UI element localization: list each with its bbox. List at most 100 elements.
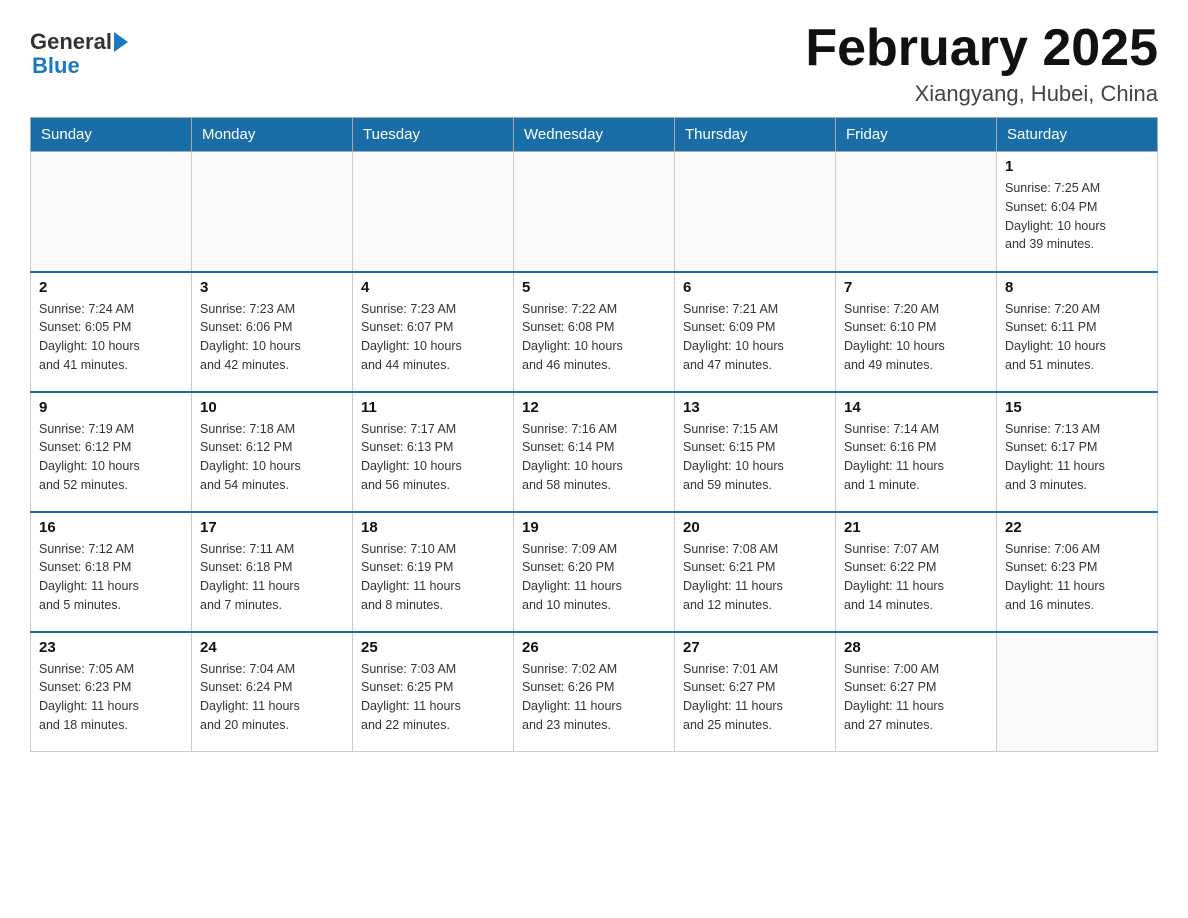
calendar-day-cell: 10Sunrise: 7:18 AMSunset: 6:12 PMDayligh… xyxy=(192,392,353,512)
logo-blue-text: Blue xyxy=(32,54,130,78)
day-info: Sunrise: 7:15 AMSunset: 6:15 PMDaylight:… xyxy=(683,420,827,495)
calendar-day-cell: 24Sunrise: 7:04 AMSunset: 6:24 PMDayligh… xyxy=(192,632,353,752)
day-info: Sunrise: 7:03 AMSunset: 6:25 PMDaylight:… xyxy=(361,660,505,735)
calendar-day-cell: 27 Sunrise: 7:01 AMSunset: 6:27 PMDayligh… xyxy=(675,632,836,752)
day-info: Sunrise: 7:25 AMSunset: 6:04 PMDaylight:… xyxy=(1005,179,1149,254)
day-number: 25 xyxy=(361,639,505,656)
calendar-day-cell: 11Sunrise: 7:17 AMSunset: 6:13 PMDayligh… xyxy=(353,392,514,512)
day-of-week-header: Friday xyxy=(836,118,997,152)
calendar-day-cell: 21 Sunrise: 7:07 AMSunset: 6:22 PMDayligh… xyxy=(836,512,997,632)
day-info: Sunrise: 7:06 AMSunset: 6:23 PMDaylight:… xyxy=(1005,540,1149,615)
day-info: Sunrise: 7:02 AMSunset: 6:26 PMDaylight:… xyxy=(522,660,666,735)
calendar-day-cell: 4Sunrise: 7:23 AMSunset: 6:07 PMDaylight… xyxy=(353,272,514,392)
calendar-week-row: 23 Sunrise: 7:05 AMSunset: 6:23 PMDayligh… xyxy=(31,632,1158,752)
calendar-day-cell xyxy=(192,152,353,272)
day-info: Sunrise: 7:07 AMSunset: 6:22 PMDaylight:… xyxy=(844,540,988,615)
day-info: Sunrise: 7:19 AMSunset: 6:12 PMDaylight:… xyxy=(39,420,183,495)
calendar-day-cell xyxy=(514,152,675,272)
calendar-day-cell xyxy=(31,152,192,272)
day-of-week-header: Tuesday xyxy=(353,118,514,152)
logo-arrow-icon xyxy=(114,32,128,52)
day-number: 19 xyxy=(522,519,666,536)
calendar-day-cell: 14 Sunrise: 7:14 AMSunset: 6:16 PMDayligh… xyxy=(836,392,997,512)
calendar-day-cell: 2 Sunrise: 7:24 AMSunset: 6:05 PMDaylight… xyxy=(31,272,192,392)
calendar-day-cell: 19 Sunrise: 7:09 AMSunset: 6:20 PMDayligh… xyxy=(514,512,675,632)
calendar-day-cell: 25 Sunrise: 7:03 AMSunset: 6:25 PMDayligh… xyxy=(353,632,514,752)
day-number: 5 xyxy=(522,279,666,296)
day-info: Sunrise: 7:24 AMSunset: 6:05 PMDaylight:… xyxy=(39,300,183,375)
calendar-location: Xiangyang, Hubei, China xyxy=(805,81,1158,107)
calendar-week-row: 16 Sunrise: 7:12 AMSunset: 6:18 PMDayligh… xyxy=(31,512,1158,632)
calendar-day-cell: 3 Sunrise: 7:23 AMSunset: 6:06 PMDaylight… xyxy=(192,272,353,392)
day-number: 12 xyxy=(522,399,666,416)
page-header: General Blue February 2025 Xiangyang, Hu… xyxy=(30,20,1158,107)
day-number: 28 xyxy=(844,639,988,656)
day-of-week-header: Thursday xyxy=(675,118,836,152)
calendar-day-cell: 28 Sunrise: 7:00 AMSunset: 6:27 PMDayligh… xyxy=(836,632,997,752)
day-number: 9 xyxy=(39,399,183,416)
day-info: Sunrise: 7:21 AMSunset: 6:09 PMDaylight:… xyxy=(683,300,827,375)
day-info: Sunrise: 7:12 AMSunset: 6:18 PMDaylight:… xyxy=(39,540,183,615)
day-number: 6 xyxy=(683,279,827,296)
calendar-day-cell: 23 Sunrise: 7:05 AMSunset: 6:23 PMDayligh… xyxy=(31,632,192,752)
day-number: 3 xyxy=(200,279,344,296)
day-number: 7 xyxy=(844,279,988,296)
day-info: Sunrise: 7:10 AMSunset: 6:19 PMDaylight:… xyxy=(361,540,505,615)
day-of-week-header: Wednesday xyxy=(514,118,675,152)
calendar-day-cell: 6 Sunrise: 7:21 AMSunset: 6:09 PMDaylight… xyxy=(675,272,836,392)
day-number: 22 xyxy=(1005,519,1149,536)
calendar-week-row: 1 Sunrise: 7:25 AMSunset: 6:04 PMDaylight… xyxy=(31,152,1158,272)
calendar-day-cell: 26 Sunrise: 7:02 AMSunset: 6:26 PMDayligh… xyxy=(514,632,675,752)
calendar-day-cell: 17Sunrise: 7:11 AMSunset: 6:18 PMDayligh… xyxy=(192,512,353,632)
calendar-day-cell: 5 Sunrise: 7:22 AMSunset: 6:08 PMDaylight… xyxy=(514,272,675,392)
day-number: 8 xyxy=(1005,279,1149,296)
calendar-day-cell xyxy=(997,632,1158,752)
logo: General Blue xyxy=(30,30,130,78)
day-info: Sunrise: 7:09 AMSunset: 6:20 PMDaylight:… xyxy=(522,540,666,615)
day-info: Sunrise: 7:08 AMSunset: 6:21 PMDaylight:… xyxy=(683,540,827,615)
calendar-day-cell xyxy=(353,152,514,272)
calendar-title: February 2025 xyxy=(805,20,1158,77)
day-of-week-header: Monday xyxy=(192,118,353,152)
calendar-day-cell xyxy=(675,152,836,272)
day-info: Sunrise: 7:17 AMSunset: 6:13 PMDaylight:… xyxy=(361,420,505,495)
calendar-week-row: 2 Sunrise: 7:24 AMSunset: 6:05 PMDaylight… xyxy=(31,272,1158,392)
day-info: Sunrise: 7:04 AMSunset: 6:24 PMDaylight:… xyxy=(200,660,344,735)
day-of-week-header: Sunday xyxy=(31,118,192,152)
title-block: February 2025 Xiangyang, Hubei, China xyxy=(805,20,1158,107)
calendar-day-cell: 8 Sunrise: 7:20 AMSunset: 6:11 PMDaylight… xyxy=(997,272,1158,392)
calendar-header-row: SundayMondayTuesdayWednesdayThursdayFrid… xyxy=(31,118,1158,152)
calendar-day-cell: 16 Sunrise: 7:12 AMSunset: 6:18 PMDayligh… xyxy=(31,512,192,632)
day-number: 15 xyxy=(1005,399,1149,416)
calendar-day-cell: 9 Sunrise: 7:19 AMSunset: 6:12 PMDaylight… xyxy=(31,392,192,512)
day-info: Sunrise: 7:20 AMSunset: 6:10 PMDaylight:… xyxy=(844,300,988,375)
day-number: 18 xyxy=(361,519,505,536)
day-number: 1 xyxy=(1005,158,1149,175)
calendar-day-cell: 22 Sunrise: 7:06 AMSunset: 6:23 PMDayligh… xyxy=(997,512,1158,632)
day-number: 23 xyxy=(39,639,183,656)
day-info: Sunrise: 7:01 AMSunset: 6:27 PMDaylight:… xyxy=(683,660,827,735)
day-info: Sunrise: 7:23 AMSunset: 6:06 PMDaylight:… xyxy=(200,300,344,375)
calendar-day-cell xyxy=(836,152,997,272)
day-number: 27 xyxy=(683,639,827,656)
day-info: Sunrise: 7:11 AMSunset: 6:18 PMDaylight:… xyxy=(200,540,344,615)
day-info: Sunrise: 7:13 AMSunset: 6:17 PMDaylight:… xyxy=(1005,420,1149,495)
calendar-day-cell: 13Sunrise: 7:15 AMSunset: 6:15 PMDayligh… xyxy=(675,392,836,512)
day-info: Sunrise: 7:22 AMSunset: 6:08 PMDaylight:… xyxy=(522,300,666,375)
calendar-week-row: 9 Sunrise: 7:19 AMSunset: 6:12 PMDaylight… xyxy=(31,392,1158,512)
day-info: Sunrise: 7:00 AMSunset: 6:27 PMDaylight:… xyxy=(844,660,988,735)
day-number: 20 xyxy=(683,519,827,536)
day-info: Sunrise: 7:05 AMSunset: 6:23 PMDaylight:… xyxy=(39,660,183,735)
day-info: Sunrise: 7:20 AMSunset: 6:11 PMDaylight:… xyxy=(1005,300,1149,375)
day-info: Sunrise: 7:18 AMSunset: 6:12 PMDaylight:… xyxy=(200,420,344,495)
day-number: 21 xyxy=(844,519,988,536)
day-info: Sunrise: 7:14 AMSunset: 6:16 PMDaylight:… xyxy=(844,420,988,495)
calendar-day-cell: 1 Sunrise: 7:25 AMSunset: 6:04 PMDaylight… xyxy=(997,152,1158,272)
calendar-table: SundayMondayTuesdayWednesdayThursdayFrid… xyxy=(30,117,1158,752)
day-number: 16 xyxy=(39,519,183,536)
day-number: 26 xyxy=(522,639,666,656)
day-number: 2 xyxy=(39,279,183,296)
day-number: 4 xyxy=(361,279,505,296)
calendar-day-cell: 15 Sunrise: 7:13 AMSunset: 6:17 PMDayligh… xyxy=(997,392,1158,512)
day-number: 14 xyxy=(844,399,988,416)
